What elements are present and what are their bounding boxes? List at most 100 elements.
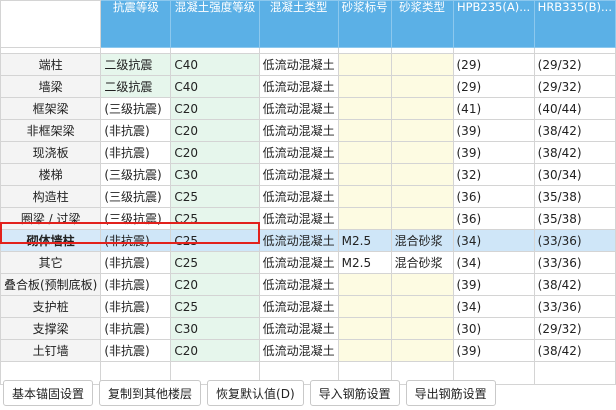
mortar-grade-cell[interactable] <box>337 317 392 340</box>
mortar-type-cell[interactable] <box>390 185 454 208</box>
row-name-cell[interactable]: 支撑梁 <box>0 317 102 340</box>
seismic-cell[interactable]: (非抗震) <box>100 339 172 362</box>
copy-to-other-floors-button[interactable]: 复制到其他楼层 <box>99 380 202 406</box>
concrete-grade-cell[interactable]: C25 <box>170 295 260 318</box>
mortar-grade-cell[interactable] <box>337 141 392 164</box>
mortar-type-cell[interactable] <box>390 97 454 120</box>
mortar-type-cell[interactable] <box>390 163 454 186</box>
mortar-type-cell[interactable] <box>390 119 454 142</box>
concrete-type-cell[interactable]: 低流动混凝土 <box>258 141 339 164</box>
concrete-grade-cell[interactable]: C40 <box>170 75 260 98</box>
hrb335-cell[interactable]: (29/32) <box>533 317 616 340</box>
hrb335-cell[interactable]: (38/42) <box>533 273 616 296</box>
concrete-type-cell[interactable]: 低流动混凝土 <box>258 295 339 318</box>
seismic-cell[interactable]: (三级抗震) <box>100 185 172 208</box>
hrb335-cell[interactable]: (35/38) <box>533 207 616 230</box>
concrete-type-cell[interactable]: 低流动混凝土 <box>258 53 339 76</box>
mortar-grade-cell[interactable] <box>337 119 392 142</box>
concrete-grade-cell[interactable]: C20 <box>170 119 260 142</box>
row-name-cell[interactable]: 现浇板 <box>0 141 102 164</box>
table-row[interactable]: 端柱 二级抗震 C40 低流动混凝土 (29) (29/32) <box>0 53 616 76</box>
table-row[interactable]: 框架梁 (三级抗震) C20 低流动混凝土 (41) (40/44) <box>0 97 616 120</box>
hpb235-cell[interactable]: (36) <box>452 185 535 208</box>
hpb235-cell[interactable]: (34) <box>452 229 535 252</box>
mortar-grade-cell[interactable] <box>337 273 392 296</box>
concrete-type-cell[interactable]: 低流动混凝土 <box>258 339 339 362</box>
concrete-grade-cell[interactable]: C40 <box>170 53 260 76</box>
concrete-grade-cell[interactable]: C20 <box>170 273 260 296</box>
mortar-type-cell[interactable] <box>390 207 454 230</box>
basic-anchorage-settings-button[interactable]: 基本锚固设置 <box>3 380 94 406</box>
seismic-cell[interactable]: (非抗震) <box>100 273 172 296</box>
column-header-hrb335[interactable]: HRB335(B)... <box>533 0 616 48</box>
mortar-type-cell[interactable] <box>390 141 454 164</box>
concrete-grade-cell[interactable]: C25 <box>170 185 260 208</box>
concrete-type-cell[interactable]: 低流动混凝土 <box>258 229 339 252</box>
hrb335-cell[interactable]: (33/36) <box>533 229 616 252</box>
seismic-cell[interactable]: (非抗震) <box>100 119 172 142</box>
table-row[interactable]: 支撑梁 (非抗震) C30 低流动混凝土 (30) (29/32) <box>0 317 616 340</box>
mortar-type-cell[interactable] <box>390 273 454 296</box>
mortar-type-cell[interactable] <box>390 339 454 362</box>
hpb235-cell[interactable]: (39) <box>452 273 535 296</box>
concrete-type-cell[interactable]: 低流动混凝土 <box>258 97 339 120</box>
concrete-grade-cell[interactable]: C30 <box>170 163 260 186</box>
row-name-cell[interactable]: 叠合板(预制底板) <box>0 273 102 296</box>
concrete-type-cell[interactable]: 低流动混凝土 <box>258 163 339 186</box>
mortar-type-cell[interactable] <box>390 75 454 98</box>
column-header-mortar-type[interactable]: 砂浆类型 <box>390 0 454 48</box>
mortar-grade-cell[interactable] <box>337 207 392 230</box>
hpb235-cell[interactable]: (39) <box>452 141 535 164</box>
row-name-cell[interactable]: 土钉墙 <box>0 339 102 362</box>
mortar-type-cell[interactable]: 混合砂浆 <box>390 251 454 274</box>
mortar-grade-cell[interactable]: M2.5 <box>337 251 392 274</box>
hpb235-cell[interactable]: (41) <box>452 97 535 120</box>
row-name-cell[interactable]: 墙梁 <box>0 75 102 98</box>
seismic-cell[interactable]: (非抗震) <box>100 141 172 164</box>
seismic-cell[interactable]: 二级抗震 <box>100 75 172 98</box>
concrete-type-cell[interactable]: 低流动混凝土 <box>258 207 339 230</box>
mortar-type-cell[interactable] <box>390 295 454 318</box>
concrete-grade-cell[interactable]: C25 <box>170 229 260 252</box>
table-row[interactable]: 圈梁 / 过梁 (三级抗震) C25 低流动混凝土 (36) (35/38) <box>0 207 616 230</box>
hrb335-cell[interactable]: (38/42) <box>533 141 616 164</box>
concrete-type-cell[interactable]: 低流动混凝土 <box>258 75 339 98</box>
hrb335-cell[interactable]: (38/42) <box>533 339 616 362</box>
concrete-grade-cell[interactable]: C30 <box>170 317 260 340</box>
hrb335-cell[interactable]: (38/42) <box>533 119 616 142</box>
hpb235-cell[interactable]: (34) <box>452 251 535 274</box>
hrb335-cell[interactable]: (30/34) <box>533 163 616 186</box>
hpb235-cell[interactable]: (34) <box>452 295 535 318</box>
mortar-grade-cell[interactable] <box>337 185 392 208</box>
seismic-cell[interactable]: (三级抗震) <box>100 207 172 230</box>
seismic-cell[interactable]: 二级抗震 <box>100 53 172 76</box>
table-row[interactable]: 构造柱 (三级抗震) C25 低流动混凝土 (36) (35/38) <box>0 185 616 208</box>
table-row[interactable]: 现浇板 (非抗震) C20 低流动混凝土 (39) (38/42) <box>0 141 616 164</box>
concrete-grade-cell[interactable]: C20 <box>170 141 260 164</box>
seismic-cell[interactable]: (非抗震) <box>100 251 172 274</box>
seismic-cell[interactable]: (非抗震) <box>100 317 172 340</box>
row-name-cell[interactable]: 框架梁 <box>0 97 102 120</box>
row-name-cell[interactable]: 圈梁 / 过梁 <box>0 207 102 230</box>
table-row-selected[interactable]: 砌体墙柱 (非抗震) C25 低流动混凝土 M2.5 混合砂浆 (34) (33… <box>0 229 616 252</box>
mortar-grade-cell[interactable] <box>337 75 392 98</box>
column-header-concrete-grade[interactable]: 混凝土强度等级 <box>170 0 260 48</box>
seismic-cell[interactable]: (非抗震) <box>100 229 172 252</box>
mortar-grade-cell[interactable] <box>337 53 392 76</box>
export-rebar-settings-button[interactable]: 导出钢筋设置 <box>405 380 496 406</box>
column-header-hpb235[interactable]: HPB235(A)... <box>452 0 535 48</box>
column-header-mortar-grade[interactable]: 砂浆标号 <box>337 0 392 48</box>
mortar-type-cell[interactable]: 混合砂浆 <box>390 229 454 252</box>
hrb335-cell[interactable]: (35/38) <box>533 185 616 208</box>
concrete-type-cell[interactable]: 低流动混凝土 <box>258 251 339 274</box>
table-row[interactable]: 其它 (非抗震) C25 低流动混凝土 M2.5 混合砂浆 (34) (33/3… <box>0 251 616 274</box>
hrb335-cell[interactable]: (29/32) <box>533 53 616 76</box>
concrete-type-cell[interactable]: 低流动混凝土 <box>258 317 339 340</box>
row-name-cell[interactable]: 其它 <box>0 251 102 274</box>
mortar-grade-cell[interactable] <box>337 97 392 120</box>
hrb335-cell[interactable]: (33/36) <box>533 251 616 274</box>
mortar-grade-cell[interactable] <box>337 339 392 362</box>
restore-defaults-button[interactable]: 恢复默认值(D) <box>207 380 304 406</box>
table-row[interactable]: 叠合板(预制底板) (非抗震) C20 低流动混凝土 (39) (38/42) <box>0 273 616 296</box>
table-row[interactable]: 支护桩 (非抗震) C25 低流动混凝土 (34) (33/36) <box>0 295 616 318</box>
